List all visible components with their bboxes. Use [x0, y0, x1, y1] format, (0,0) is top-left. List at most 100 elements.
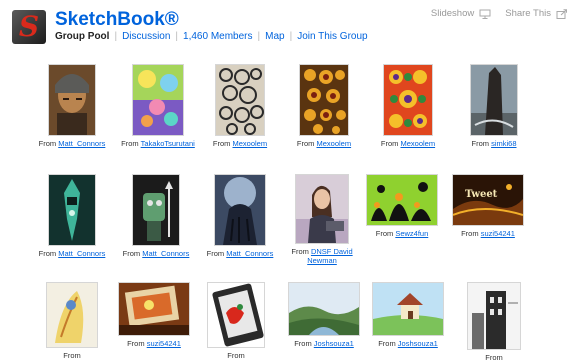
from-label: From	[291, 247, 309, 256]
share-label: Share This	[505, 8, 551, 19]
photo-caption: From Mexoolem	[213, 139, 267, 148]
owner-link[interactable]: simki68	[491, 139, 516, 148]
photo-thumbnail[interactable]	[207, 282, 265, 348]
photo-thumbnail[interactable]	[383, 64, 433, 136]
photo-thumbnail[interactable]	[366, 174, 438, 226]
pool-item: From Mexoolem	[360, 64, 456, 148]
nav-divider: |	[289, 31, 293, 42]
owner-link[interactable]: Matt_Connors	[58, 249, 105, 258]
share-button[interactable]: Share This	[505, 8, 568, 19]
nav-map[interactable]: Map	[265, 31, 284, 42]
photo-thumbnail[interactable]	[299, 64, 349, 136]
from-label: From	[121, 139, 139, 148]
photo-caption: From suzi54241	[127, 339, 181, 348]
photo-caption: From Matt_Connors	[39, 139, 106, 148]
slideshow-icon	[479, 9, 491, 19]
from-label: From	[375, 229, 394, 238]
pool-item: Tweet From suzi54241	[440, 174, 536, 238]
from-label: From	[471, 139, 489, 148]
slideshow-button[interactable]: Slideshow	[431, 8, 491, 19]
from-label: From	[63, 351, 81, 360]
photo-thumbnail[interactable]	[132, 64, 184, 136]
pool-item: From Matt_Connors	[108, 174, 204, 258]
photo-thumbnail[interactable]	[470, 64, 518, 136]
from-label: From	[38, 249, 57, 258]
owner-link[interactable]: DNSF David Newman	[307, 247, 352, 265]
photo-caption: From Matt_Connors	[39, 249, 106, 258]
from-label: From	[127, 339, 145, 348]
nav-discussion[interactable]: Discussion	[122, 31, 170, 42]
photo-caption: From TakakoTsurutani	[121, 139, 195, 148]
slideshow-label: Slideshow	[430, 8, 475, 19]
owner-link[interactable]: suzi54241	[147, 339, 181, 348]
group-title[interactable]: SketchBook®	[55, 9, 179, 31]
from-label: From	[206, 249, 225, 258]
from-label: From	[122, 249, 141, 258]
pool-item: From Joshsouza1	[276, 282, 372, 348]
photo-thumbnail[interactable]	[295, 174, 349, 244]
nav-divider: |	[175, 31, 179, 42]
sketchbook-logo-icon: S	[18, 10, 40, 43]
photo-caption: From Joshsouza1	[294, 339, 354, 348]
photo-thumbnail[interactable]	[48, 64, 96, 136]
from-label: From	[378, 339, 396, 348]
owner-link[interactable]: Mexoolem	[232, 139, 267, 148]
from-label: From	[227, 351, 245, 360]
from-label: From	[485, 353, 503, 362]
photo-caption: From Matt_Connors	[207, 249, 274, 258]
header-tools: Slideshow Share This	[417, 8, 568, 19]
photo-caption: From Sewz4fun	[376, 229, 429, 238]
photo-thumbnail[interactable]	[46, 282, 98, 348]
tweet-art-text: Tweet	[465, 189, 498, 200]
nav-group-pool: Group Pool	[55, 31, 110, 42]
owner-link[interactable]: Mexoolem	[316, 139, 351, 148]
pool-item: From Mexoolem	[276, 64, 372, 148]
from-label: From	[294, 339, 312, 348]
pool-item: From Joshsouza1	[360, 282, 456, 348]
photo-thumbnail[interactable]	[118, 282, 190, 336]
from-label: From	[296, 139, 315, 148]
from-label: From	[380, 139, 399, 148]
nav-divider: |	[257, 31, 261, 42]
owner-link[interactable]: Matt_Connors	[226, 249, 273, 258]
owner-link[interactable]: TakakoTsurutani	[141, 139, 195, 148]
photo-thumbnail[interactable]	[132, 174, 180, 246]
photo-caption: From Matt_Connors	[123, 249, 190, 258]
photo-thumbnail[interactable]	[48, 174, 96, 246]
share-icon	[556, 8, 567, 19]
pool-item: From Sewz4fun	[354, 174, 450, 238]
photo-caption: From	[227, 351, 245, 360]
owner-link[interactable]: Matt_Connors	[142, 249, 189, 258]
owner-link[interactable]: Sewz4fun	[395, 229, 428, 238]
photo-thumbnail[interactable]	[214, 174, 266, 246]
from-label: From	[212, 139, 231, 148]
photo-caption: From DNSF David Newman	[287, 247, 357, 265]
owner-link[interactable]: Joshsouza1	[314, 339, 354, 348]
owner-link[interactable]: Matt_Connors	[58, 139, 105, 148]
from-label: From	[38, 139, 57, 148]
photo-thumbnail[interactable]	[288, 282, 360, 336]
photo-caption: From Mexoolem	[381, 139, 435, 148]
group-header: S SketchBook® Group Pool | Discussion | …	[0, 0, 576, 48]
photo-caption: From	[63, 351, 81, 360]
photo-thumbnail[interactable]	[215, 64, 265, 136]
photo-caption: From Joshsouza1	[378, 339, 438, 348]
group-logo[interactable]: S	[12, 10, 46, 44]
photo-thumbnail[interactable]: Tweet	[452, 174, 524, 226]
from-label: From	[461, 229, 479, 238]
owner-link[interactable]: suzi54241	[481, 229, 515, 238]
photo-caption: From Mexoolem	[297, 139, 351, 148]
pool-item: From Matt_Connors	[24, 174, 120, 258]
pool-item: From simki68	[446, 64, 542, 148]
owner-link[interactable]: Joshsouza1	[398, 339, 438, 348]
pool-item: From Matt_Connors	[24, 64, 120, 148]
pool-item: From	[188, 282, 284, 360]
nav-join-group[interactable]: Join This Group	[297, 31, 367, 42]
photo-thumbnail[interactable]	[467, 282, 521, 350]
owner-link[interactable]: Mexoolem	[400, 139, 435, 148]
photo-caption: From	[485, 353, 503, 362]
photo-thumbnail[interactable]	[372, 282, 444, 336]
photo-caption: From simki68	[471, 139, 516, 148]
nav-members[interactable]: 1,460 Members	[183, 31, 252, 42]
photo-caption: From suzi54241	[461, 229, 515, 238]
